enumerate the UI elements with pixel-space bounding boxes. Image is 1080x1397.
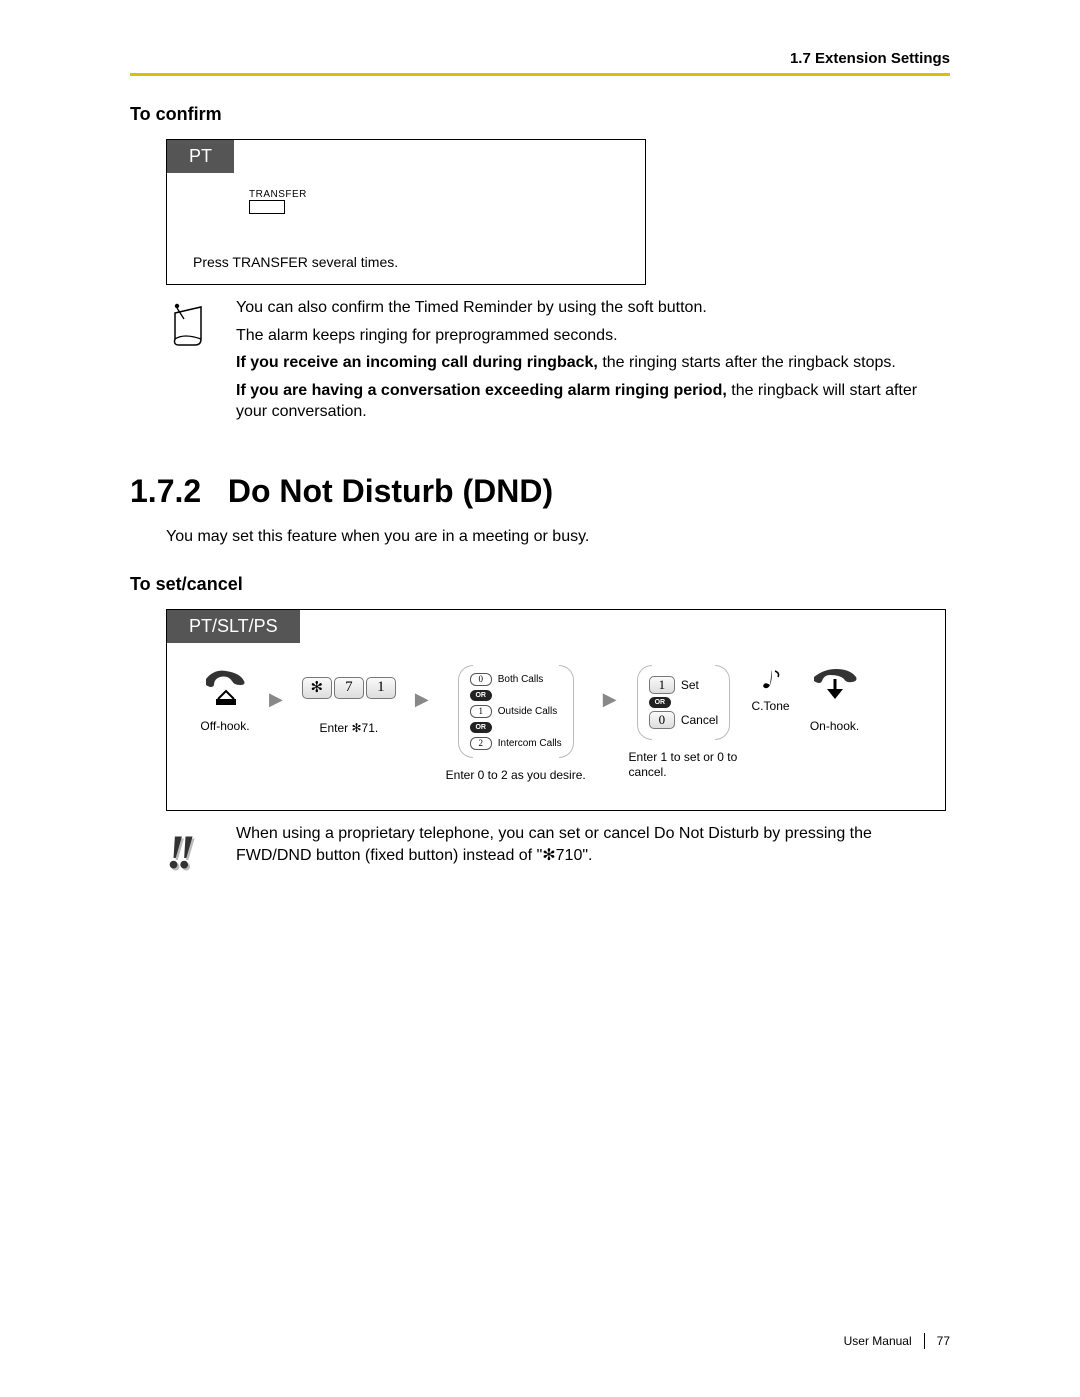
arrow-icon: ▶ <box>603 689 617 710</box>
note-line1: You can also confirm the Timed Reminder … <box>236 297 950 319</box>
offhook-icon <box>200 665 250 709</box>
ctone-icon <box>758 665 784 695</box>
onhook-icon <box>810 665 860 709</box>
to-setcancel-heading: To set/cancel <box>130 574 950 595</box>
confirm-tab: PT <box>167 140 234 173</box>
confirm-procedure-box: PT TRANSFER Press TRANSFER several times… <box>166 139 646 285</box>
footer-page: 77 <box>937 1334 950 1348</box>
ctone-label: C.Tone <box>752 699 790 713</box>
exclaim-note-row: !! When using a proprietary telephone, y… <box>166 823 950 880</box>
step6-caption: On-hook. <box>810 719 859 747</box>
key-1: 1 <box>366 677 396 699</box>
dnd-tab: PT/SLT/PS <box>167 610 300 643</box>
arrow-icon: ▶ <box>269 689 283 710</box>
footer-doc: User Manual <box>844 1334 912 1348</box>
transfer-button-label: TRANSFER <box>249 189 619 200</box>
exclaim-note-text: When using a proprietary telephone, you … <box>236 823 950 866</box>
to-confirm-heading: To confirm <box>130 104 950 125</box>
dnd-procedure-box: PT/SLT/PS Off-hook. ▶ ✻ 7 <box>166 609 946 811</box>
arrow-icon: ▶ <box>415 689 429 710</box>
dnd-intro: You may set this feature when you are in… <box>166 528 950 546</box>
step3-caption: Enter 0 to 2 as you desire. <box>446 768 586 796</box>
dnd-heading: 1.7.2 Do Not Disturb (DND) <box>130 473 950 510</box>
confirm-caption: Press TRANSFER several times. <box>193 254 619 270</box>
key-star: ✻ <box>302 677 332 699</box>
step2-caption: Enter ✻71. <box>319 721 378 749</box>
note-line4: If you are having a conversation exceedi… <box>236 380 950 423</box>
option-group-setcancel: 1Set OR 0Cancel <box>641 665 726 740</box>
note-line3: If you receive an incoming call during r… <box>236 352 950 374</box>
note-icon <box>166 299 212 351</box>
key-7: 7 <box>334 677 364 699</box>
option-group-calls: 0Both Calls OR 1Outside Calls OR 2Interc… <box>462 665 570 758</box>
transfer-button-icon <box>249 200 285 214</box>
note-line2: The alarm keeps ringing for preprogramme… <box>236 325 950 347</box>
step4-caption: Enter 1 to set or 0 to cancel. <box>629 750 739 780</box>
page-footer: User Manual 77 <box>844 1333 950 1349</box>
key-sequence-71: ✻ 7 1 <box>302 677 396 699</box>
exclaim-icon: !! <box>166 825 236 880</box>
note-row-confirm: You can also confirm the Timed Reminder … <box>166 297 950 429</box>
header-rule <box>130 73 950 76</box>
step1-caption: Off-hook. <box>200 719 249 747</box>
header-section-ref: 1.7 Extension Settings <box>130 50 950 67</box>
